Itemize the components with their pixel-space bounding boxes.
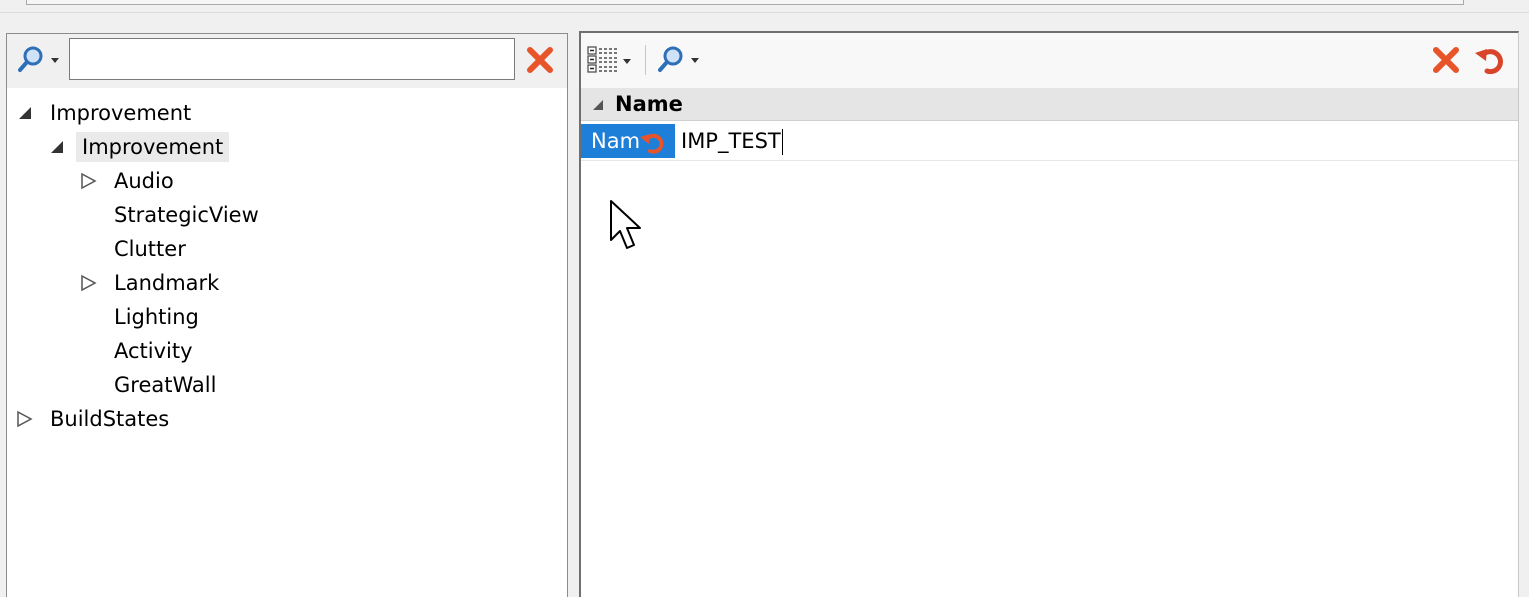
property-value-input[interactable]: IMP_TEST [677,124,1501,158]
tree-node-landmark[interactable]: Landmark [77,268,225,298]
red-x-icon [527,47,553,73]
undo-button[interactable] [1473,43,1509,77]
tree-node-audio[interactable]: Audio [77,166,180,196]
property-toolbar [581,33,1518,88]
property-value-text: IMP_TEST [681,129,781,153]
property-row-name[interactable]: Nam IMP_TEST [581,121,1518,161]
magnifier-icon [658,46,699,72]
tree-node-activity[interactable]: Activity [77,336,199,366]
red-x-icon [1433,47,1459,73]
property-grid-icon [587,46,631,73]
expanded-triangle-icon[interactable] [49,138,67,156]
tree-node-label: Improvement [50,101,192,125]
tree-node-label: BuildStates [50,407,170,431]
tree-toolbar [7,34,567,88]
tree-node-improvement-root[interactable]: Improvement [13,98,197,128]
view-mode-dropdown-button[interactable] [585,43,637,77]
name-column-header[interactable]: Name [581,88,1518,121]
column-header-label: Name [615,92,683,116]
tree-search-input[interactable] [69,38,515,80]
clear-property-button[interactable] [1429,43,1463,77]
tree-node-lighting[interactable]: Lighting [77,302,205,332]
search-dropdown-button[interactable] [13,44,69,76]
top-strip [0,0,1529,14]
collapsed-triangle-icon[interactable] [79,274,97,292]
undo-arrow-icon [1475,49,1503,75]
tree-node-label: Improvement [76,132,230,162]
top-panel-edge [26,0,1464,5]
tree-node-label: StrategicView [114,203,259,227]
expanded-triangle-icon[interactable] [17,104,35,122]
tree-node-buildstates[interactable]: BuildStates [13,404,175,434]
tree-node-label: GreatWall [114,373,217,397]
tree-node-label: Audio [114,169,174,193]
property-name-label: Nam [591,129,641,153]
tree-node-clutter[interactable]: Clutter [77,234,192,264]
mouse-pointer-icon [610,200,641,249]
tree-node-improvement[interactable]: Improvement [45,132,230,162]
collapsed-triangle-icon[interactable] [79,172,97,190]
magnifier-icon [18,46,59,72]
tree-node-label: Landmark [114,271,220,295]
collapsed-triangle-icon[interactable] [15,410,33,428]
revert-value-icon[interactable] [639,130,667,154]
tree-node-label: Clutter [114,237,186,261]
tree-node-greatwall[interactable]: GreatWall [77,370,222,400]
toolbar-separator [645,45,646,75]
clear-search-button[interactable] [523,43,557,77]
top-divider [0,12,1529,13]
tree-panel: Improvement Improvement Audio StrategicV… [6,33,568,597]
text-caret [781,129,783,155]
tree-node-label: Lighting [114,305,199,329]
property-panel: Name Nam IMP_TEST [579,31,1519,597]
sort-triangle-icon [593,100,603,110]
tree-node-label: Activity [114,339,193,363]
tree-node-strategicview[interactable]: StrategicView [77,200,265,230]
property-search-dropdown-button[interactable] [655,43,705,77]
